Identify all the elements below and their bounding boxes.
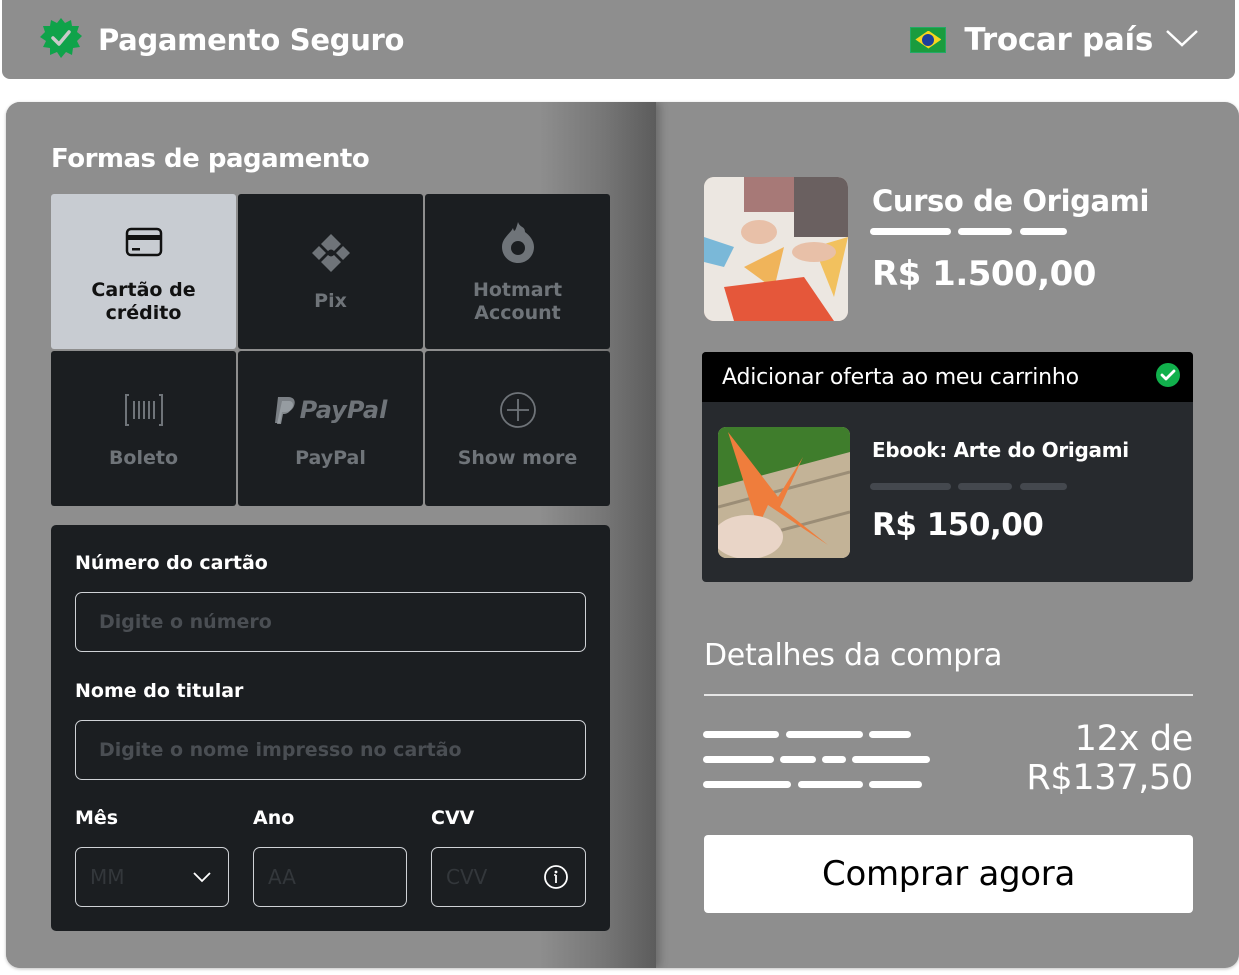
method-label: Boleto	[108, 447, 179, 469]
product-price: R$ 1.500,00	[872, 254, 1096, 294]
offer-title: Ebook: Arte do Origami	[872, 438, 1129, 462]
change-country-button[interactable]: Trocar país	[910, 22, 1199, 58]
holder-name-label: Nome do titular	[75, 680, 244, 702]
brazil-flag-icon	[910, 26, 947, 53]
payment-panel: Formas de pagamento Cartão de crédito Pi…	[6, 102, 656, 968]
credit-card-icon	[125, 219, 163, 265]
skeleton-line	[870, 228, 951, 235]
method-label: Show more	[457, 447, 578, 469]
credit-card-form: Número do cartão Digite o número Nome do…	[51, 525, 610, 931]
check-circle-icon[interactable]	[1155, 362, 1181, 392]
order-bump-offer: Adicionar oferta ao meu carrinho Ebook: …	[702, 352, 1193, 582]
page-title: Pagamento Seguro	[98, 22, 405, 57]
info-icon[interactable]	[543, 864, 569, 890]
divider	[704, 694, 1193, 696]
installments-value: R$137,50	[1026, 758, 1193, 798]
skeleton-line	[703, 756, 774, 763]
payment-methods-grid: Cartão de crédito Pix Hotmart Account Bo…	[51, 194, 610, 506]
cvv-label: CVV	[431, 807, 475, 829]
hotmart-flame-icon	[501, 219, 535, 265]
skeleton-line	[822, 756, 846, 763]
add-offer-label: Adicionar oferta ao meu carrinho	[722, 364, 1079, 390]
barcode-icon	[124, 387, 164, 433]
year-label: Ano	[253, 807, 295, 829]
card-number-input[interactable]: Digite o número	[75, 592, 586, 652]
paypal-logo-icon: PayPal	[274, 387, 387, 433]
skeleton-line	[703, 781, 791, 788]
method-hotmart-account[interactable]: Hotmart Account	[425, 194, 610, 349]
skeleton-line	[852, 756, 930, 763]
offer-thumbnail	[718, 427, 850, 558]
skeleton-line	[869, 731, 911, 738]
verified-badge-icon	[40, 17, 82, 63]
method-pix[interactable]: Pix	[238, 194, 423, 349]
brand: Pagamento Seguro	[40, 17, 404, 63]
method-show-more[interactable]: Show more	[425, 351, 610, 506]
skeleton-line	[958, 228, 1012, 235]
change-country-label: Trocar país	[964, 21, 1153, 58]
month-select[interactable]: MM	[75, 847, 229, 907]
purchase-details-title: Detalhes da compra	[704, 638, 1003, 673]
offer-price: R$ 150,00	[872, 507, 1044, 543]
method-label: Pix	[314, 290, 347, 312]
installments-info: 12x de R$137,50	[1026, 720, 1193, 798]
method-paypal[interactable]: PayPal PayPal	[238, 351, 423, 506]
cvv-input[interactable]: CVV	[431, 847, 586, 907]
installments-count: 12x de	[1074, 719, 1194, 759]
skeleton-line	[1020, 228, 1067, 235]
card-number-label: Número do cartão	[75, 552, 268, 574]
product-title: Curso de Origami	[872, 184, 1150, 218]
skeleton-line	[786, 731, 863, 738]
skeleton-line	[780, 756, 816, 763]
skeleton-line	[703, 731, 779, 738]
method-boleto[interactable]: Boleto	[51, 351, 236, 506]
payment-methods-title: Formas de pagamento	[51, 144, 370, 174]
pix-icon	[310, 230, 352, 276]
skeleton-line	[798, 781, 863, 788]
chevron-down-icon	[1165, 28, 1199, 52]
method-label: Hotmart Account	[472, 278, 563, 324]
year-input[interactable]: AA	[253, 847, 407, 907]
buy-now-button[interactable]: Comprar agora	[704, 835, 1193, 913]
method-credit-card[interactable]: Cartão de crédito	[51, 194, 236, 349]
skeleton-line	[870, 483, 951, 490]
header-bar: Pagamento Seguro Trocar país	[2, 0, 1235, 79]
skeleton-line	[1020, 483, 1067, 490]
holder-name-input[interactable]: Digite o nome impresso no cartão	[75, 720, 586, 780]
method-label: PayPal	[295, 447, 366, 469]
skeleton-line	[958, 483, 1012, 490]
plus-circle-icon	[499, 387, 537, 433]
product-thumbnail	[704, 177, 848, 321]
order-summary-panel: Curso de Origami R$ 1.500,00 Adicionar o…	[656, 102, 1239, 968]
method-label: Cartão de crédito	[91, 278, 196, 324]
checkout-card: Formas de pagamento Cartão de crédito Pi…	[6, 102, 1239, 968]
month-label: Mês	[75, 807, 119, 829]
chevron-down-icon	[192, 871, 212, 883]
add-offer-toggle[interactable]: Adicionar oferta ao meu carrinho	[702, 352, 1193, 402]
skeleton-line	[869, 781, 922, 788]
